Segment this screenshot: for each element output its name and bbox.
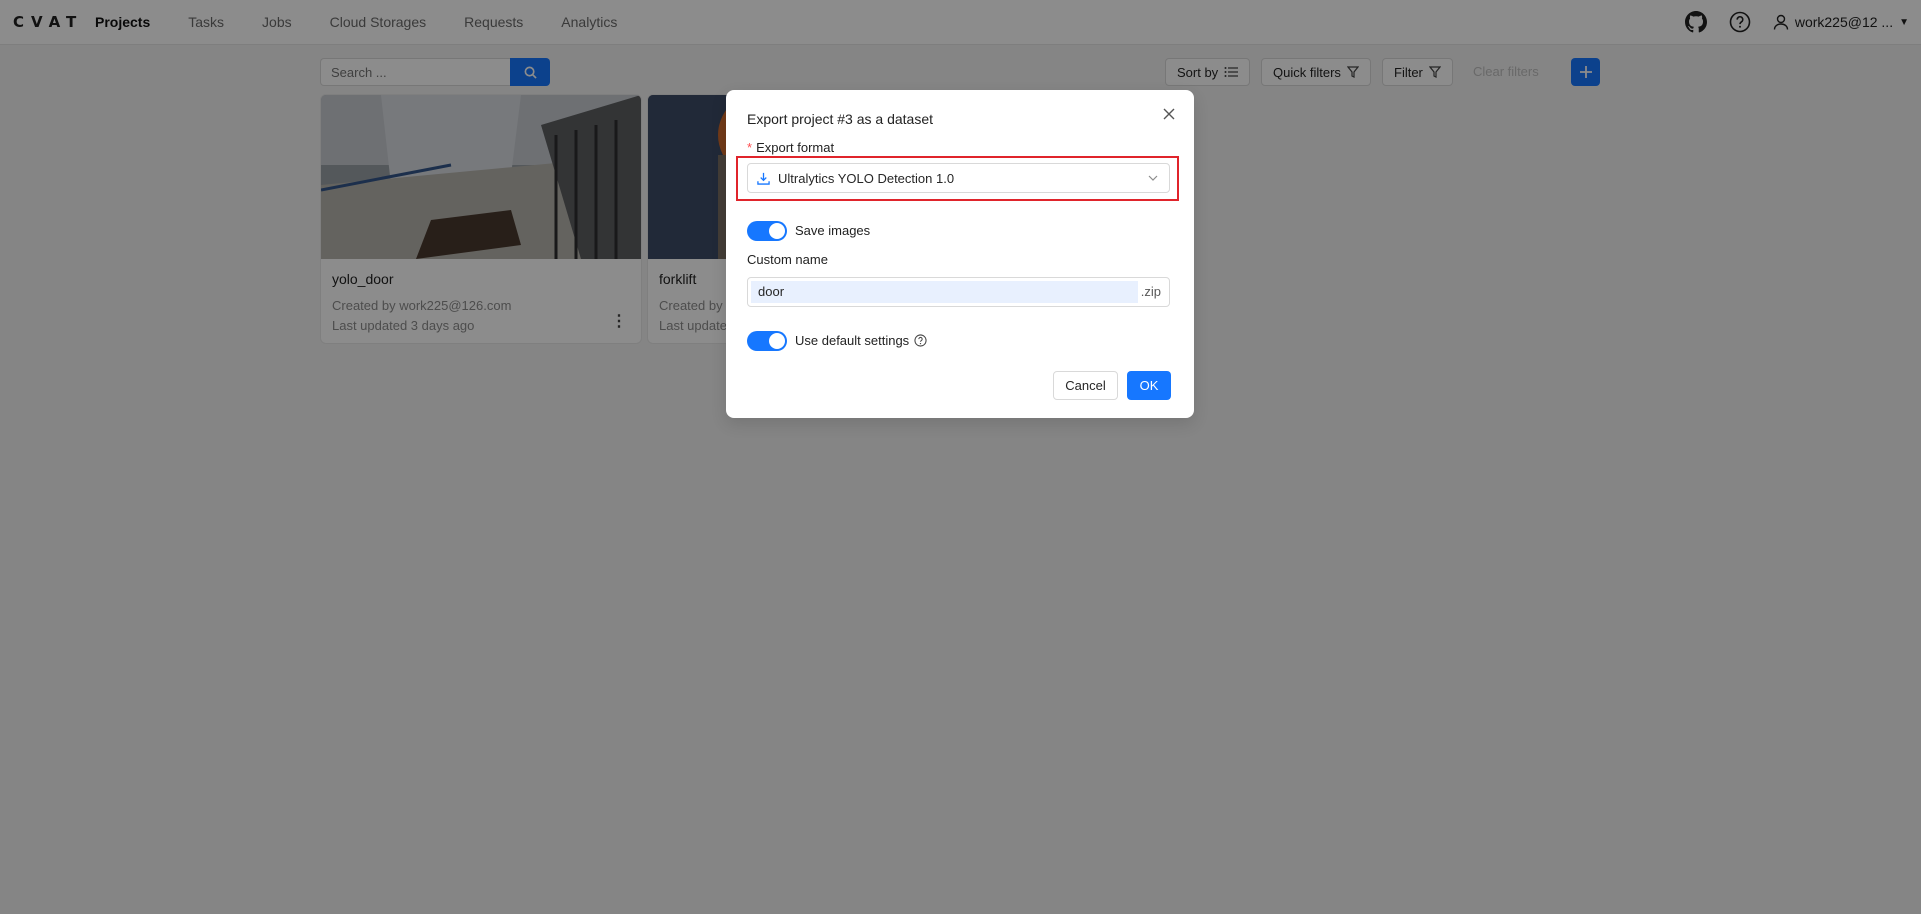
export-dataset-modal: Export project #3 as a dataset * Export f… [726, 90, 1194, 418]
toggle-knob [769, 223, 785, 239]
export-format-value: Ultralytics YOLO Detection 1.0 [778, 170, 955, 186]
use-default-settings-toggle[interactable] [747, 331, 787, 351]
required-mark: * [747, 140, 753, 155]
download-icon [757, 172, 770, 185]
custom-name-field[interactable]: door .zip [747, 277, 1170, 307]
custom-name-input[interactable]: door [751, 281, 1138, 303]
cancel-button[interactable]: Cancel [1053, 371, 1118, 400]
export-format-label-text: Export format [756, 140, 835, 155]
chevron-down-icon [1147, 172, 1159, 184]
custom-name-suffix: .zip [1140, 284, 1161, 299]
ok-button[interactable]: OK [1127, 371, 1171, 400]
save-images-toggle[interactable] [747, 221, 787, 241]
modal-title: Export project #3 as a dataset [747, 111, 933, 127]
export-format-select[interactable]: Ultralytics YOLO Detection 1.0 [747, 163, 1170, 193]
use-default-settings-label: Use default settings [795, 333, 910, 348]
custom-name-label: Custom name [747, 252, 828, 267]
question-circle-icon[interactable] [914, 334, 927, 347]
export-format-label: * Export format [747, 140, 834, 155]
close-icon[interactable] [1161, 106, 1177, 122]
toggle-knob [769, 333, 785, 349]
save-images-label: Save images [795, 223, 871, 238]
